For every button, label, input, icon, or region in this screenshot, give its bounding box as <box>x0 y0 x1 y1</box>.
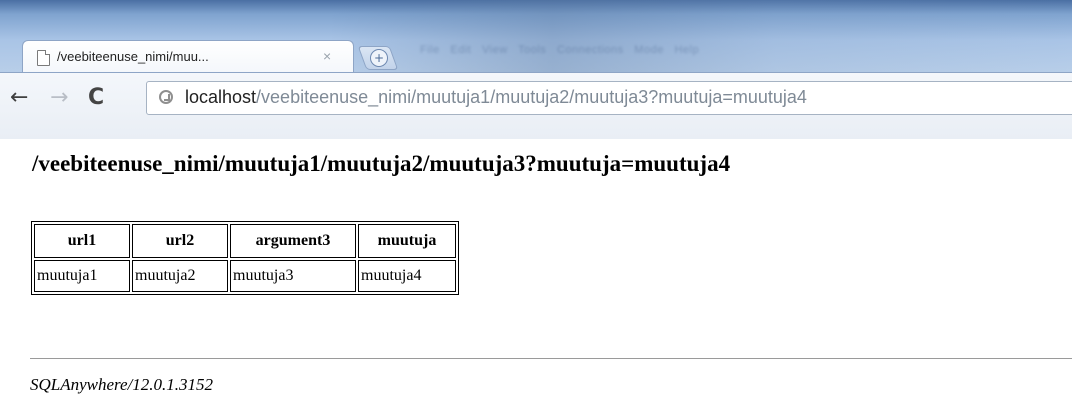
reload-icon[interactable]: C <box>88 85 104 111</box>
document-icon <box>37 50 50 66</box>
background-window-blur <box>330 0 1072 74</box>
table-cell: muutuja2 <box>132 260 228 292</box>
window-titlebar: File Edit View Tools Connections Mode He… <box>0 0 1072 74</box>
page-info-icon[interactable] <box>159 90 173 104</box>
page-content: /veebiteenuse_nimi/muutuja1/muutuja2/muu… <box>0 139 1072 418</box>
column-header-url2: url2 <box>132 224 228 258</box>
table-cell: muutuja1 <box>34 260 130 292</box>
column-header-argument3: argument3 <box>230 224 356 258</box>
column-header-muutuja: muutuja <box>358 224 456 258</box>
url-host: localhost <box>185 87 257 107</box>
table-row: muutuja1 muutuja2 muutuja3 muutuja4 <box>34 260 456 292</box>
forward-arrow-icon[interactable]: → <box>50 85 68 111</box>
address-bar[interactable]: localhost/veebiteenuse_nimi/muutuja1/muu… <box>146 81 1072 115</box>
table-cell: muutuja4 <box>358 260 456 292</box>
horizontal-divider <box>30 358 1072 359</box>
url-text[interactable]: localhost/veebiteenuse_nimi/muutuja1/muu… <box>185 87 807 108</box>
browser-toolbar: ← → C localhost/veebiteenuse_nimi/muutuj… <box>0 72 1072 140</box>
tab-title: /veebiteenuse_nimi/muu... <box>57 49 209 64</box>
column-header-url1: url1 <box>34 224 130 258</box>
table-cell: muutuja3 <box>230 260 356 292</box>
browser-tab[interactable]: /veebiteenuse_nimi/muu... × <box>22 40 354 73</box>
tab-close-button[interactable]: × <box>323 48 331 64</box>
back-arrow-icon[interactable]: ← <box>10 85 28 111</box>
server-signature: SQLAnywhere/12.0.1.3152 <box>30 375 214 394</box>
table-header-row: url1 url2 argument3 muutuja <box>34 224 456 258</box>
url-path: /veebiteenuse_nimi/muutuja1/muutuja2/muu… <box>256 87 807 107</box>
blurred-background-menu: File Edit View Tools Connections Mode He… <box>420 44 700 56</box>
variables-table: url1 url2 argument3 muutuja muutuja1 muu… <box>31 221 459 295</box>
page-title: /veebiteenuse_nimi/muutuja1/muutuja2/muu… <box>32 151 731 176</box>
new-tab-plus-icon[interactable]: + <box>370 49 388 67</box>
